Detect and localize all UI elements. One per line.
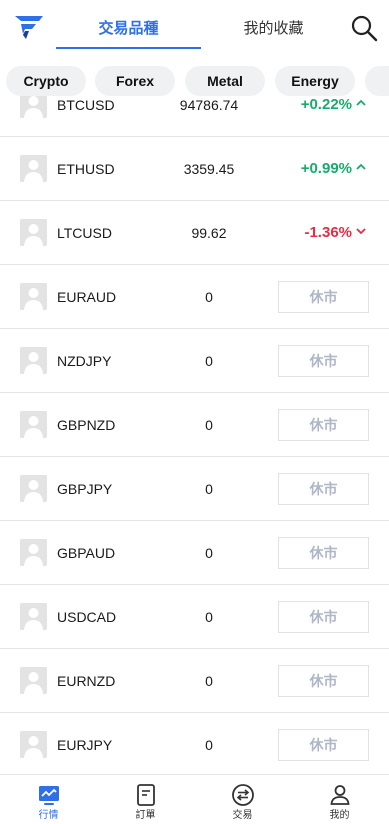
active-tab-indicator	[56, 47, 201, 49]
nav-label-market: 行情	[38, 810, 59, 821]
symbol-name: NZDJPY	[57, 353, 112, 369]
app-logo[interactable]	[14, 14, 44, 40]
symbol-row[interactable]: ETHUSD 3359.45 +0.99%	[0, 137, 389, 201]
category-chip-energy[interactable]: Energy	[275, 66, 355, 96]
symbol-name: BTCUSD	[57, 97, 115, 113]
price-change-value: -1.36%	[304, 224, 352, 241]
symbol-placeholder-icon	[20, 96, 47, 118]
symbol-row[interactable]: LTCUSD 99.62 -1.36%	[0, 201, 389, 265]
chevron-down-icon	[356, 228, 366, 235]
category-chip-more[interactable]	[365, 66, 389, 96]
market-closed-badge: 休市	[278, 665, 369, 697]
price-change: +0.22%	[301, 96, 367, 116]
symbol-list[interactable]: BTCUSD 94786.74 +0.22% ETHUSD 3359.45 +0.99% L…	[0, 96, 389, 774]
price-change-value: +0.22%	[300, 96, 352, 113]
symbol-price: 0	[205, 545, 213, 561]
symbol-row[interactable]: EURAUD 0 休市	[0, 265, 389, 329]
price-change: +0.99%	[301, 158, 367, 180]
symbol-price: 0	[205, 417, 213, 433]
symbol-name: EURJPY	[57, 737, 113, 753]
market-closed-badge: 休市	[278, 345, 369, 377]
symbol-price: 0	[205, 609, 213, 625]
symbol-price: 0	[205, 353, 213, 369]
symbol-name: LTCUSD	[57, 225, 112, 241]
symbol-row[interactable]: EURJPY 0 休市	[0, 713, 389, 774]
symbol-row[interactable]: NZDJPY 0 休市	[0, 329, 389, 393]
market-closed-badge: 休市	[278, 729, 369, 761]
symbol-name: GBPAUD	[57, 545, 116, 561]
symbol-placeholder-icon	[20, 155, 47, 182]
market-closed-badge: 休市	[278, 473, 369, 505]
symbol-row[interactable]: GBPJPY 0 休市	[0, 457, 389, 521]
price-change: -1.36%	[304, 222, 367, 244]
symbol-price: 94786.74	[179, 97, 239, 113]
symbol-name: USDCAD	[57, 609, 117, 625]
market-closed-badge: 休市	[278, 281, 369, 313]
symbol-price: 0	[205, 289, 213, 305]
symbol-placeholder-icon	[20, 283, 47, 310]
bottom-navigation: 行情 訂單 交易 我的	[0, 774, 389, 824]
symbol-name: ETHUSD	[57, 161, 115, 177]
nav-item-market[interactable]: 行情	[0, 775, 97, 824]
symbol-placeholder-icon	[20, 475, 47, 502]
symbol-name: GBPJPY	[57, 481, 113, 497]
market-closed-badge: 休市	[278, 409, 369, 441]
market-closed-badge: 休市	[278, 537, 369, 569]
chevron-up-icon	[356, 99, 366, 106]
symbol-placeholder-icon	[20, 603, 47, 630]
price-change-value: +0.99%	[300, 160, 352, 177]
symbol-price: 99.62	[191, 225, 227, 241]
category-chip-crypto[interactable]: Crypto	[6, 66, 86, 96]
order-document-icon	[137, 784, 155, 806]
chevron-up-icon	[356, 163, 366, 170]
symbol-placeholder-icon	[20, 411, 47, 438]
category-chip-forex[interactable]: Forex	[95, 66, 175, 96]
symbol-row[interactable]: GBPNZD 0 休市	[0, 393, 389, 457]
tab-favorites[interactable]: 我的收藏	[201, 18, 346, 40]
nav-label-profile: 我的	[329, 810, 350, 821]
symbol-price: 0	[205, 481, 213, 497]
market-closed-badge: 休市	[278, 601, 369, 633]
top-header: 交易品種 我的收藏	[0, 0, 389, 56]
symbol-price: 0	[205, 737, 213, 753]
symbol-row[interactable]: USDCAD 0 休市	[0, 585, 389, 649]
nav-item-profile[interactable]: 我的	[291, 775, 388, 824]
symbol-placeholder-icon	[20, 539, 47, 566]
nav-label-trade: 交易	[232, 810, 253, 821]
symbol-name: EURNZD	[57, 673, 116, 689]
user-profile-icon	[330, 785, 350, 805]
symbol-placeholder-icon	[20, 347, 47, 374]
exchange-arrows-icon	[232, 784, 254, 806]
search-icon[interactable]	[350, 14, 378, 42]
symbol-placeholder-icon	[20, 667, 47, 694]
nav-item-orders[interactable]: 訂單	[97, 775, 194, 824]
nav-label-orders: 訂單	[135, 810, 156, 821]
tab-trading-products[interactable]: 交易品種	[56, 18, 201, 40]
symbol-row[interactable]: GBPAUD 0 休市	[0, 521, 389, 585]
market-chart-icon	[39, 786, 59, 805]
symbol-price: 3359.45	[183, 161, 235, 177]
symbol-price: 0	[205, 673, 213, 689]
symbol-name: EURAUD	[57, 289, 117, 305]
symbol-name: GBPNZD	[57, 417, 116, 433]
category-chip-metal[interactable]: Metal	[185, 66, 265, 96]
symbol-placeholder-icon	[20, 731, 47, 758]
nav-item-trade[interactable]: 交易	[194, 775, 291, 824]
symbol-row[interactable]: EURNZD 0 休市	[0, 649, 389, 713]
symbol-placeholder-icon	[20, 219, 47, 246]
symbol-row[interactable]: BTCUSD 94786.74 +0.22%	[0, 96, 389, 137]
